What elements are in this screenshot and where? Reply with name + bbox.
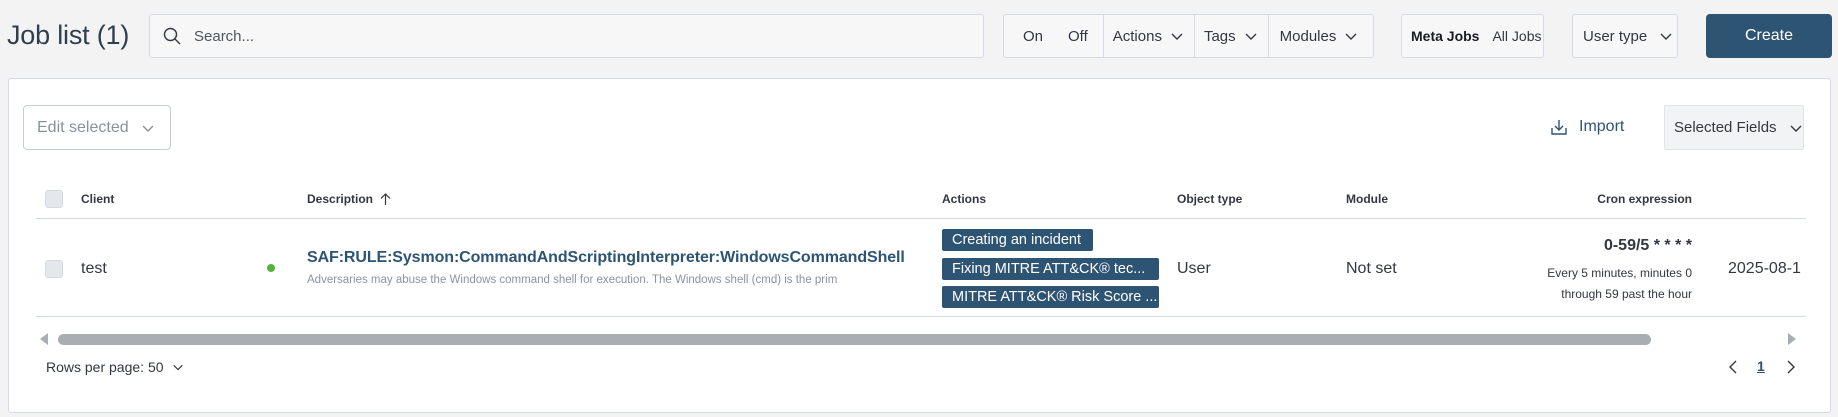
page-number-current[interactable]: 1 [1757, 358, 1765, 374]
all-jobs-toggle[interactable]: All Jobs [1492, 28, 1541, 44]
filter-actions-label: Actions [1112, 27, 1162, 45]
job-title-link[interactable]: SAF:RULE:Sysmon:CommandAndScriptingInter… [307, 249, 905, 267]
horizontal-scrollbar-thumb[interactable] [58, 334, 1651, 345]
action-tag[interactable]: MITRE ATT&CK® Risk Score ... [942, 286, 1159, 308]
select-all-checkbox[interactable] [45, 190, 63, 208]
next-page-icon[interactable] [1785, 360, 1797, 374]
selected-fields-dropdown[interactable]: Selected Fields [1664, 105, 1804, 150]
action-tag[interactable]: Creating an incident [942, 229, 1093, 251]
edit-selected-label: Edit selected [37, 118, 129, 136]
object-type-cell: User [1177, 260, 1211, 277]
filter-modules-label: Modules [1279, 27, 1337, 45]
search-icon [163, 27, 181, 45]
filter-on-label: On [1023, 27, 1044, 45]
create-button[interactable]: Create [1706, 14, 1832, 58]
cron-expression: 0-59/5 * * * * [1603, 237, 1692, 254]
action-tag[interactable]: Fixing MITRE ATT&CK® tec... [942, 258, 1159, 280]
sort-ascending-icon [380, 192, 391, 205]
column-header-cron-expression[interactable]: Cron expression [1560, 192, 1692, 206]
job-description: Adversaries may abuse the Windows comman… [307, 274, 838, 286]
meta-jobs-toggle[interactable]: Meta Jobs [1411, 28, 1479, 44]
rows-per-page-dropdown[interactable]: Rows per page: 50 [46, 359, 184, 375]
row-divider [36, 316, 1806, 317]
search-input[interactable] [194, 27, 954, 45]
date-cell: 2025-08-1 [1728, 260, 1801, 277]
header-divider [36, 218, 1806, 219]
import-icon [1551, 120, 1567, 135]
page-title: Job list (1) [7, 20, 130, 50]
chevron-down-icon [1345, 33, 1357, 40]
status-indicator [267, 264, 275, 272]
cron-description-line: through 59 past the hour [1561, 287, 1692, 301]
column-header-description-label: Description [307, 192, 374, 206]
filter-actions-dropdown[interactable]: Actions [1104, 15, 1194, 57]
edit-selected-dropdown[interactable]: Edit selected [23, 105, 171, 150]
previous-page-icon[interactable] [1727, 360, 1739, 374]
scroll-left-arrow[interactable] [40, 333, 48, 345]
scroll-right-arrow[interactable] [1788, 333, 1796, 345]
chevron-down-icon [1660, 33, 1672, 40]
filter-off-button[interactable]: Off [1056, 15, 1103, 57]
column-header-description[interactable]: Description [307, 192, 392, 206]
chevron-down-icon [1171, 33, 1183, 40]
user-type-label: User type [1583, 27, 1648, 45]
filter-tags-dropdown[interactable]: Tags [1195, 15, 1268, 57]
jobs-switch: Meta Jobs All Jobs [1401, 14, 1544, 58]
filter-off-label: Off [1068, 27, 1088, 45]
rows-per-page-label: Rows per page: 50 [46, 359, 164, 375]
import-button[interactable]: Import [1549, 117, 1624, 137]
client-cell: test [81, 260, 107, 277]
column-header-module[interactable]: Module [1346, 192, 1388, 206]
column-header-actions[interactable]: Actions [942, 192, 986, 206]
row-checkbox[interactable] [45, 260, 63, 278]
cron-description-line: Every 5 minutes, minutes 0 [1547, 266, 1692, 280]
module-cell: Not set [1346, 260, 1397, 277]
filter-tags-label: Tags [1203, 27, 1236, 45]
chevron-down-icon [172, 364, 183, 371]
chevron-down-icon [142, 125, 154, 132]
chevron-down-icon [1790, 125, 1802, 132]
user-type-dropdown[interactable]: User type [1572, 14, 1678, 58]
import-label: Import [1579, 118, 1625, 135]
column-header-object-type[interactable]: Object type [1177, 192, 1242, 206]
selected-fields-label: Selected Fields [1674, 119, 1777, 136]
filter-group: On Off Actions Tags Modules [1003, 14, 1374, 58]
column-header-client[interactable]: Client [81, 192, 114, 206]
search-box[interactable] [149, 14, 984, 58]
chevron-down-icon [1245, 33, 1257, 40]
filter-modules-dropdown[interactable]: Modules [1269, 15, 1369, 57]
cron-description: Every 5 minutes, minutes 0 through 59 pa… [1460, 263, 1692, 305]
filter-on-button[interactable]: On [1004, 15, 1056, 57]
